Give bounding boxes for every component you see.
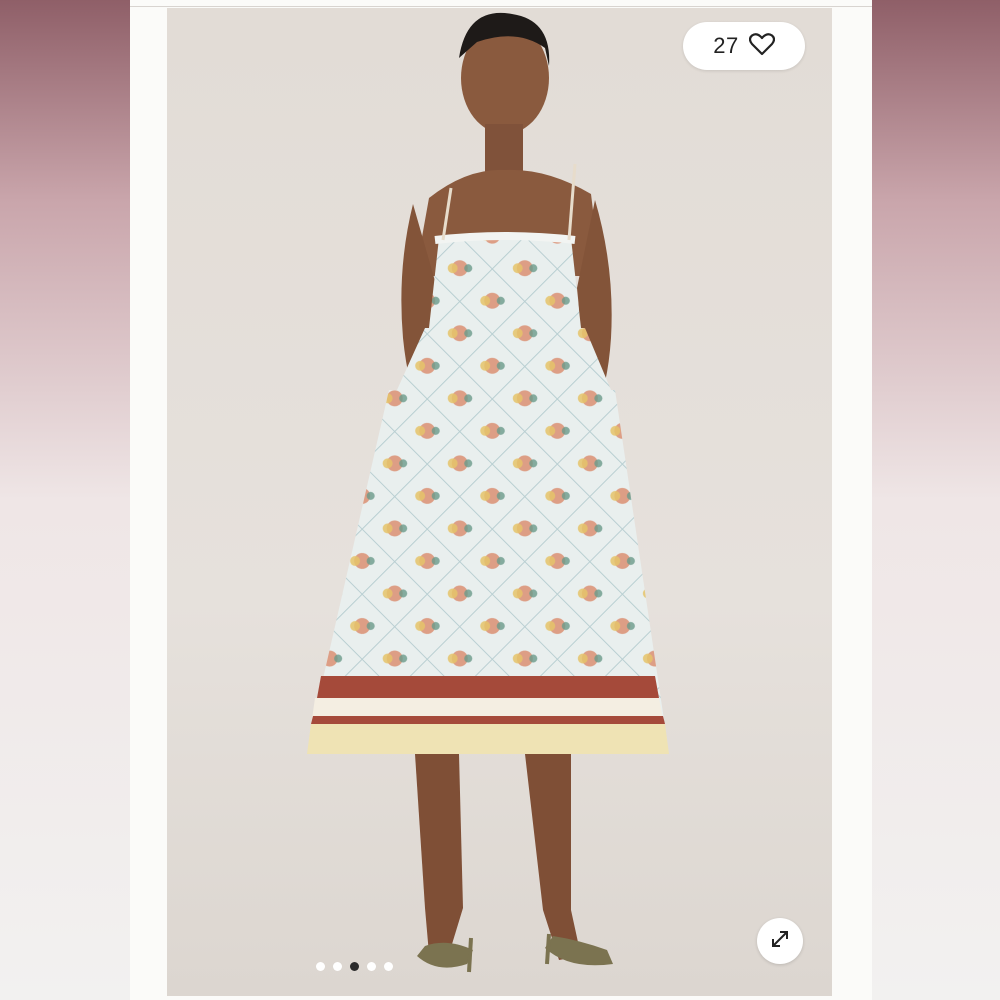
heart-icon (748, 32, 775, 61)
blurred-background-left (0, 0, 130, 1000)
carousel-dot[interactable] (384, 962, 393, 971)
like-count: 27 (713, 33, 739, 58)
expand-button[interactable] (757, 918, 803, 964)
like-button[interactable]: 27 (683, 22, 805, 70)
carousel-indicator (316, 962, 393, 971)
product-photo[interactable] (167, 8, 832, 996)
model-wearing-dress-illustration (307, 12, 669, 973)
expand-icon (768, 927, 792, 956)
carousel-dot[interactable] (367, 962, 376, 971)
carousel-dot[interactable] (316, 962, 325, 971)
carousel-dot[interactable] (333, 962, 342, 971)
carousel-dot-active[interactable] (350, 962, 359, 971)
blurred-background-right (872, 0, 1000, 1000)
divider (130, 6, 872, 7)
listing-image-card (130, 0, 872, 1000)
